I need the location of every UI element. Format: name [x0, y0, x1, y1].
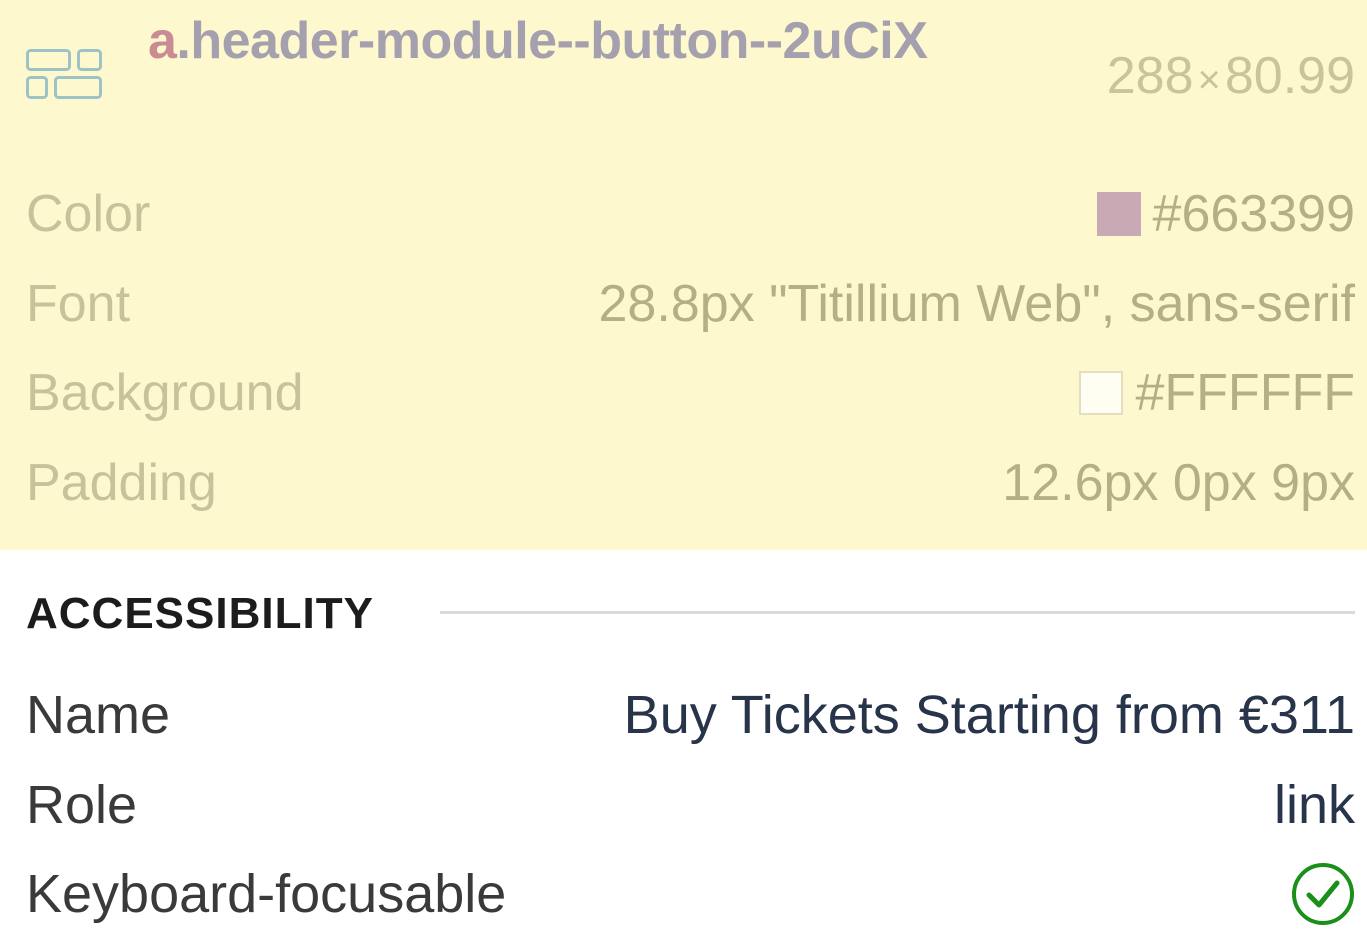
property-label: Padding — [26, 454, 217, 512]
color-value: #663399 — [1152, 185, 1355, 243]
section-divider — [440, 611, 1355, 614]
accessibility-label: Keyboard-focusable — [26, 864, 507, 924]
element-selector: a.header-module--button--2uCiX — [148, 4, 998, 78]
property-label: Font — [26, 275, 131, 333]
property-value: 12.6px 0px 9px — [1002, 454, 1355, 512]
background-swatch — [1079, 371, 1124, 415]
property-value: 28.8px "Titillium Web", sans-serif — [598, 275, 1356, 333]
accessibility-heading: ACCESSIBILITY — [26, 589, 374, 638]
inspect-tooltip: a.header-module--button--2uCiX 288 ×80.99… — [0, 0, 1367, 929]
accessibility-row-name: Name Buy Tickets Starting from €311 — [26, 673, 1355, 757]
property-value: #663399 — [1096, 174, 1355, 254]
property-row-padding: Padding 12.6px 0px 9px — [26, 443, 1355, 523]
accessibility-value: link — [1273, 775, 1355, 835]
background-value: #FFFFFF — [1135, 364, 1355, 422]
color-swatch — [1096, 192, 1141, 236]
element-info-panel: a.header-module--button--2uCiX 288 ×80.99… — [0, 0, 1367, 550]
property-row-background: Background #FFFFFF — [26, 353, 1355, 433]
accessibility-label: Role — [26, 775, 138, 835]
property-row-font: Font 28.8px "Titillium Web", sans-serif — [26, 264, 1355, 344]
property-label: Color — [26, 185, 151, 243]
accessibility-row-role: Role link — [26, 763, 1355, 847]
property-label: Background — [26, 364, 304, 422]
element-dimensions: 288 ×80.99 — [1107, 40, 1355, 116]
element-height: 80.99 — [1224, 47, 1355, 105]
property-row-color: Color #663399 — [26, 174, 1355, 254]
grid-layout-icon — [26, 49, 102, 99]
accessibility-row-keyboard-focusable: Keyboard-focusable — [26, 852, 1355, 936]
selector-tag: a — [148, 12, 177, 70]
check-circle-icon — [1292, 863, 1354, 925]
selector-class: .header-module--button--2uCiX — [176, 12, 928, 70]
property-value: #FFFFFF — [1079, 353, 1355, 433]
accessibility-value: Buy Tickets Starting from €311 — [623, 685, 1355, 745]
element-width: 288 — [1106, 47, 1194, 105]
dimension-separator: × — [1197, 58, 1221, 102]
accessibility-label: Name — [26, 685, 171, 745]
